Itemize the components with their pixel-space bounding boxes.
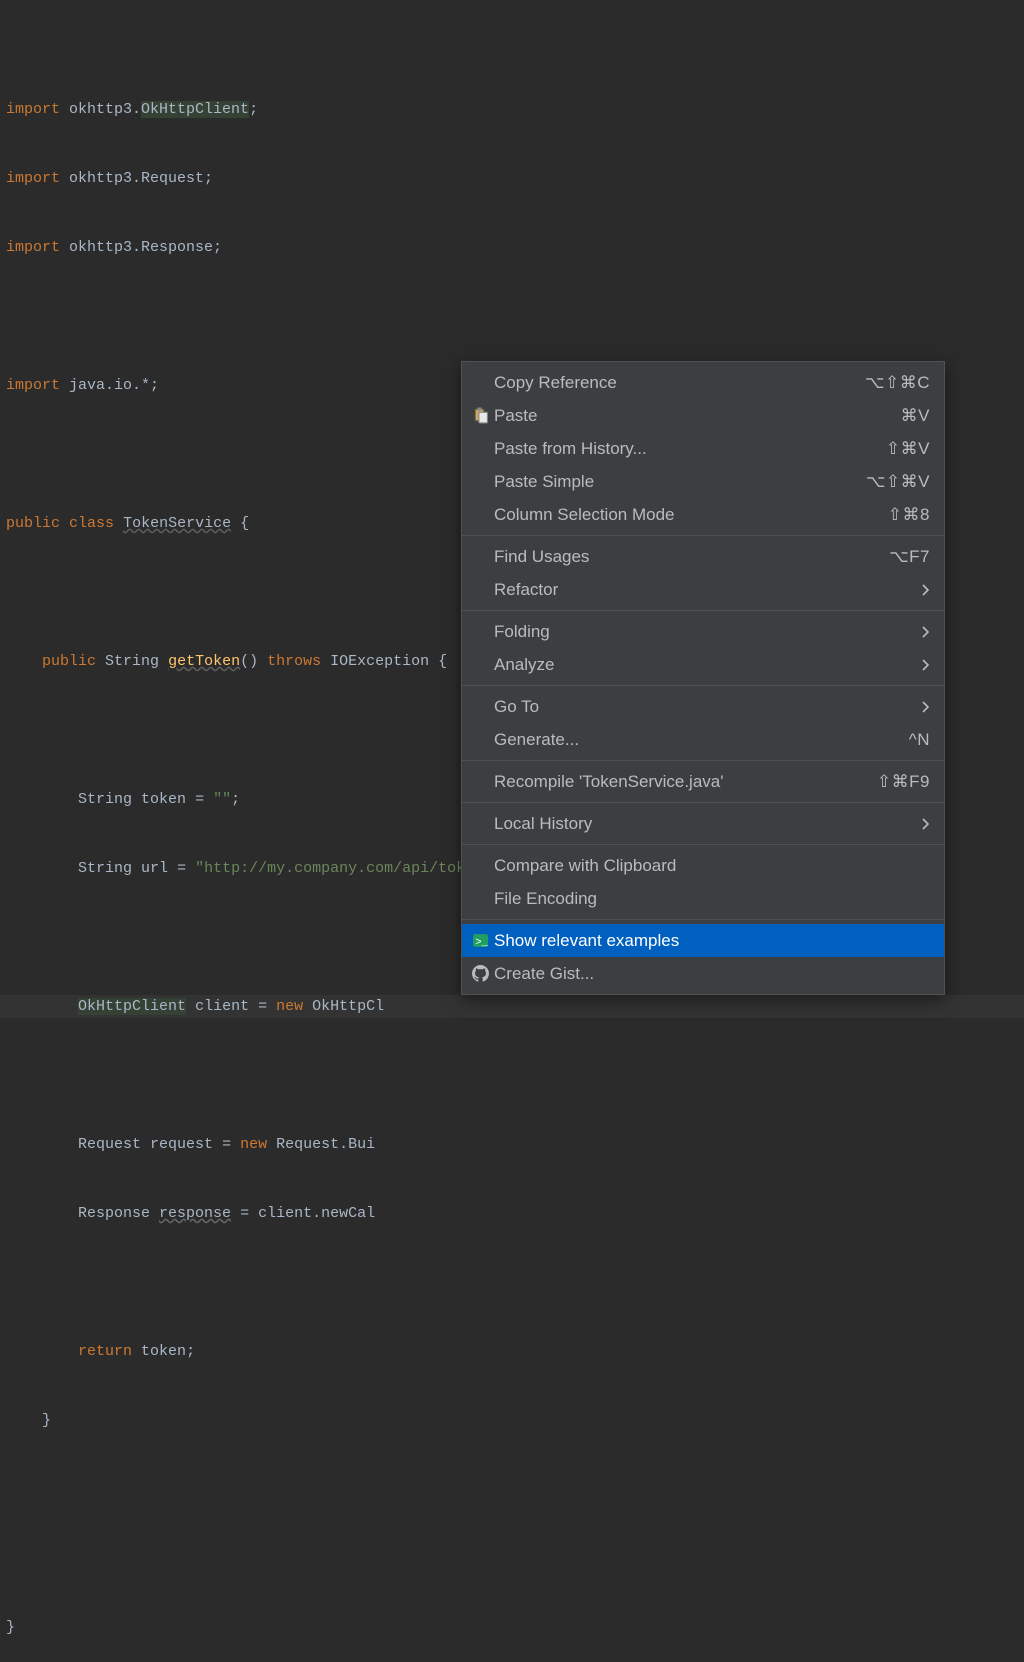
- context-menu[interactable]: Copy Reference⌥⇧⌘CPaste⌘VPaste from Hist…: [461, 361, 945, 995]
- code-line[interactable]: import okhttp3.Request;: [0, 167, 1024, 190]
- terminal-icon: >_: [468, 931, 492, 951]
- menu-item-shortcut: ⌘V: [901, 406, 930, 426]
- menu-item-shortcut: ⇧⌘F9: [877, 772, 930, 792]
- menu-item-label: File Encoding: [492, 889, 930, 909]
- menu-item-label: Go To: [492, 697, 922, 717]
- menu-separator: [462, 844, 944, 845]
- menu-item-shortcut: ^N: [909, 730, 930, 750]
- menu-item-recompile-tokenservice-java[interactable]: Recompile 'TokenService.java'⇧⌘F9: [462, 765, 944, 798]
- menu-item-go-to[interactable]: Go To: [462, 690, 944, 723]
- code-line[interactable]: import okhttp3.Response;: [0, 236, 1024, 259]
- class-decl-tokenservice: TokenService: [123, 515, 231, 532]
- menu-item-copy-reference[interactable]: Copy Reference⌥⇧⌘C: [462, 366, 944, 399]
- menu-item-file-encoding[interactable]: File Encoding: [462, 882, 944, 915]
- svg-text:>_: >_: [475, 937, 488, 949]
- menu-item-paste[interactable]: Paste⌘V: [462, 399, 944, 432]
- menu-item-label: Local History: [492, 814, 922, 834]
- menu-item-label: Create Gist...: [492, 964, 930, 984]
- submenu-arrow-icon: [922, 818, 930, 830]
- submenu-arrow-icon: [922, 659, 930, 671]
- menu-item-shortcut: ⇧⌘8: [888, 505, 930, 525]
- code-line-current[interactable]: OkHttpClient client = new OkHttpCl: [0, 995, 1024, 1018]
- menu-item-shortcut: ⌥F7: [889, 547, 930, 567]
- menu-item-find-usages[interactable]: Find Usages⌥F7: [462, 540, 944, 573]
- menu-item-label: Column Selection Mode: [492, 505, 888, 525]
- code-line[interactable]: }: [0, 1616, 1024, 1639]
- code-line[interactable]: Request request = new Request.Bui: [0, 1133, 1024, 1156]
- menu-item-create-gist[interactable]: Create Gist...: [462, 957, 944, 990]
- code-line: [0, 1271, 1024, 1294]
- menu-item-label: Paste: [492, 406, 901, 426]
- submenu-arrow-icon: [922, 626, 930, 638]
- code-line[interactable]: Response response = client.newCal: [0, 1202, 1024, 1225]
- menu-separator: [462, 610, 944, 611]
- menu-item-label: Recompile 'TokenService.java': [492, 772, 877, 792]
- github-icon: [468, 964, 492, 984]
- menu-item-shortcut: ⌥⇧⌘C: [865, 373, 930, 393]
- menu-item-show-relevant-examples[interactable]: >_ Show relevant examples: [462, 924, 944, 957]
- menu-item-label: Generate...: [492, 730, 909, 750]
- code-line[interactable]: return token;: [0, 1340, 1024, 1363]
- code-line: [0, 1547, 1024, 1570]
- menu-separator: [462, 685, 944, 686]
- menu-item-label: Compare with Clipboard: [492, 856, 930, 876]
- menu-item-label: Analyze: [492, 655, 922, 675]
- menu-item-label: Find Usages: [492, 547, 889, 567]
- code-line[interactable]: import okhttp3.OkHttpClient;: [0, 98, 1024, 121]
- menu-item-folding[interactable]: Folding: [462, 615, 944, 648]
- submenu-arrow-icon: [922, 584, 930, 596]
- classname-okhttpclient: OkHttpClient: [141, 101, 249, 118]
- menu-separator: [462, 802, 944, 803]
- menu-item-refactor[interactable]: Refactor: [462, 573, 944, 606]
- menu-item-generate[interactable]: Generate...^N: [462, 723, 944, 756]
- menu-item-analyze[interactable]: Analyze: [462, 648, 944, 681]
- menu-item-label: Show relevant examples: [492, 931, 930, 951]
- menu-separator: [462, 535, 944, 536]
- method-decl-gettoken: getToken: [168, 653, 240, 670]
- paste-icon: [468, 406, 492, 426]
- menu-item-paste-from-history[interactable]: Paste from History...⇧⌘V: [462, 432, 944, 465]
- menu-item-label: Refactor: [492, 580, 922, 600]
- menu-item-paste-simple[interactable]: Paste Simple⌥⇧⌘V: [462, 465, 944, 498]
- code-line: [0, 1478, 1024, 1501]
- menu-item-label: Paste Simple: [492, 472, 866, 492]
- menu-item-label: Paste from History...: [492, 439, 886, 459]
- menu-item-column-selection-mode[interactable]: Column Selection Mode⇧⌘8: [462, 498, 944, 531]
- keyword-import: import: [6, 101, 60, 118]
- code-line[interactable]: }: [0, 1409, 1024, 1432]
- code-line: [0, 1064, 1024, 1087]
- menu-separator: [462, 919, 944, 920]
- menu-separator: [462, 760, 944, 761]
- menu-item-shortcut: ⌥⇧⌘V: [866, 472, 930, 492]
- code-line: [0, 305, 1024, 328]
- submenu-arrow-icon: [922, 701, 930, 713]
- menu-item-label: Copy Reference: [492, 373, 865, 393]
- menu-item-shortcut: ⇧⌘V: [886, 439, 930, 459]
- menu-item-compare-with-clipboard[interactable]: Compare with Clipboard: [462, 849, 944, 882]
- menu-item-label: Folding: [492, 622, 922, 642]
- menu-item-local-history[interactable]: Local History: [462, 807, 944, 840]
